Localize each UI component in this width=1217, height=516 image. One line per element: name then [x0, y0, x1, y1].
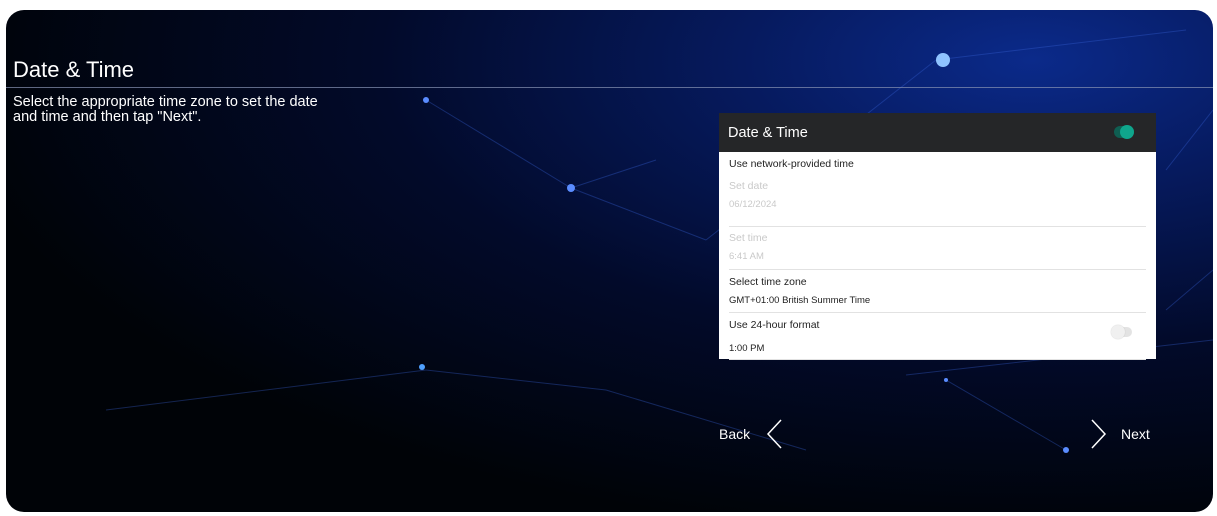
hour24-example-value: 1:00 PM [729, 343, 765, 354]
back-button[interactable]: Back [719, 418, 784, 450]
toggle-knob [1111, 325, 1125, 339]
row-divider [729, 312, 1146, 313]
chevron-right-icon [1091, 419, 1107, 449]
date-time-toggle[interactable] [1114, 125, 1134, 139]
row-divider [729, 226, 1146, 227]
time-zone-label: Select time zone [729, 276, 807, 288]
next-label: Next [1121, 426, 1150, 442]
set-date-row: Set date 06/12/2024 [729, 180, 1146, 220]
next-button[interactable]: Next [1089, 418, 1150, 450]
chevron-left-icon [767, 419, 782, 449]
set-time-row: Set time 6:41 AM [729, 232, 1146, 272]
hour24-label: Use 24-hour format [729, 319, 820, 331]
toggle-knob [1120, 125, 1134, 139]
page-title: Date & Time [13, 57, 135, 82]
panel-title: Date & Time [728, 125, 808, 141]
time-zone-row[interactable]: Select time zone GMT+01:00 British Summe… [729, 276, 1146, 310]
row-divider [729, 269, 1146, 270]
set-date-value: 06/12/2024 [729, 199, 777, 210]
back-label: Back [719, 426, 751, 442]
network-time-label: Use network-provided time [729, 158, 854, 170]
set-time-label: Set time [729, 232, 768, 244]
network-time-row[interactable]: Use network-provided time [729, 158, 1146, 174]
set-time-value: 6:41 AM [729, 251, 764, 262]
set-date-label: Set date [729, 180, 769, 192]
hour24-toggle[interactable] [1111, 325, 1132, 339]
time-zone-value: GMT+01:00 British Summer Time [729, 295, 871, 306]
instructions-text: Select the appropriate time zone to set … [13, 94, 318, 125]
date-time-panel: Date & Time Use network-provided time Se… [719, 113, 1156, 360]
panel-header: Date & Time [719, 113, 1156, 152]
row-divider [729, 359, 1146, 360]
hour24-row[interactable]: Use 24-hour format 1:00 PM [729, 319, 1146, 355]
header-divider [6, 87, 1213, 88]
